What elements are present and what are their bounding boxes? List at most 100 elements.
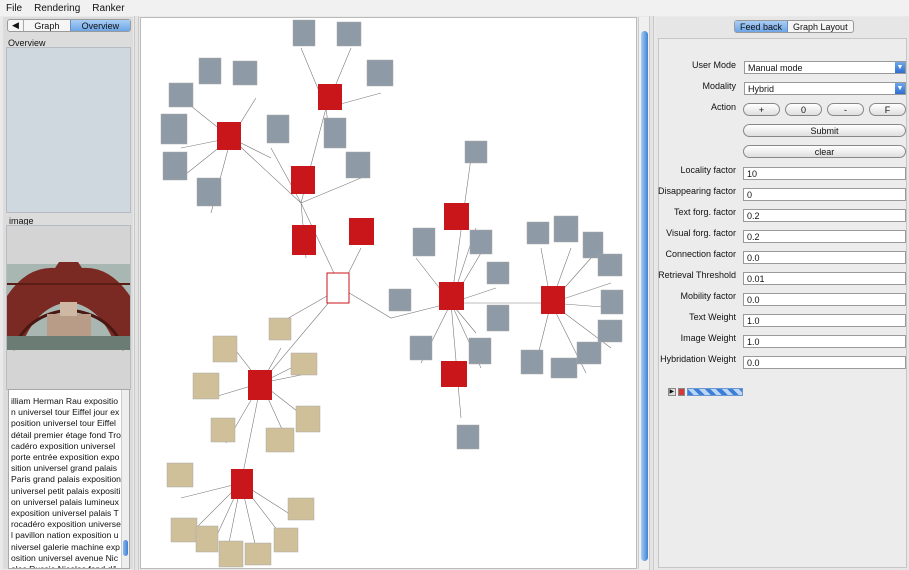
photo-node[interactable] — [486, 304, 510, 332]
dropdown-arrow-icon[interactable]: ▼ — [895, 83, 905, 94]
collapse-arrow-icon[interactable]: ◀ — [8, 20, 24, 31]
photo-node[interactable] — [388, 288, 412, 312]
photo-node[interactable] — [520, 349, 544, 375]
photo-node[interactable] — [468, 337, 492, 365]
photo-node[interactable] — [576, 341, 602, 365]
tab-overview[interactable]: Overview — [69, 20, 130, 31]
sketch-node[interactable] — [218, 540, 244, 568]
selected-node[interactable] — [326, 272, 350, 304]
sketch-node[interactable] — [287, 497, 315, 521]
tab-graph[interactable]: Graph — [24, 20, 70, 31]
photo-node[interactable] — [526, 221, 550, 245]
action-plus-button[interactable]: + — [743, 103, 780, 116]
photo-node[interactable] — [409, 335, 433, 361]
highlight-node[interactable] — [441, 361, 467, 387]
action-f-button[interactable]: F — [869, 103, 906, 116]
text-scrollbar[interactable] — [121, 390, 129, 568]
graph-svg[interactable] — [141, 18, 637, 569]
sketch-node[interactable] — [212, 335, 238, 363]
highlight-node[interactable] — [248, 370, 272, 400]
right-splitter[interactable] — [649, 16, 654, 570]
canvas-scroll-thumb[interactable] — [641, 31, 648, 561]
photo-node[interactable] — [412, 227, 436, 257]
photo-node[interactable] — [600, 289, 624, 315]
graph-canvas[interactable] — [140, 17, 637, 569]
sketch-node[interactable] — [210, 417, 236, 443]
user-mode-select[interactable]: Manual mode ▼ — [744, 61, 906, 74]
dropdown-arrow-icon[interactable]: ▼ — [895, 62, 905, 73]
description-textarea[interactable]: illiam Herman Rau exposition universel t… — [8, 389, 130, 569]
play-icon[interactable]: ▶ — [668, 388, 676, 396]
text-forg-factor-field[interactable]: 0.2 — [743, 209, 906, 222]
locality-factor-field[interactable]: 10 — [743, 167, 906, 180]
photo-node[interactable] — [266, 114, 290, 144]
photo-node[interactable] — [550, 357, 578, 379]
photo-node[interactable] — [366, 59, 394, 87]
sketch-node[interactable] — [192, 372, 220, 400]
sketch-node[interactable] — [244, 542, 272, 566]
sketch-node[interactable] — [290, 352, 318, 376]
photo-node[interactable] — [345, 151, 371, 179]
photo-node[interactable] — [160, 113, 188, 145]
clear-button[interactable]: clear — [743, 145, 906, 158]
image-weight-field[interactable]: 1.0 — [743, 335, 906, 348]
tab-graph-layout[interactable]: Graph Layout — [788, 21, 853, 32]
photo-node[interactable] — [469, 229, 493, 255]
photo-node[interactable] — [553, 215, 579, 243]
submit-button[interactable]: Submit — [743, 124, 906, 137]
retrieval-threshold-field[interactable]: 0.01 — [743, 272, 906, 285]
disappearing-factor-field[interactable]: 0 — [743, 188, 906, 201]
photo-node[interactable] — [196, 177, 222, 207]
menu-file[interactable]: File — [6, 3, 22, 14]
user-mode-value: Manual mode — [748, 63, 803, 73]
image-weight-label: Image Weight — [680, 333, 736, 343]
left-splitter[interactable] — [134, 16, 139, 570]
stop-icon[interactable] — [677, 388, 686, 396]
highlight-node[interactable] — [541, 286, 565, 314]
photo-node[interactable] — [336, 21, 362, 47]
connection-factor-label: Connection factor — [665, 249, 736, 259]
overview-view[interactable] — [6, 47, 131, 213]
highlight-node[interactable] — [231, 469, 253, 499]
sketch-node[interactable] — [268, 317, 292, 341]
action-zero-button[interactable]: 0 — [785, 103, 822, 116]
canvas-vertical-scrollbar[interactable] — [638, 17, 649, 569]
photo-node[interactable] — [323, 117, 347, 149]
mobility-factor-field[interactable]: 0.0 — [743, 293, 906, 306]
menu-ranker[interactable]: Ranker — [92, 3, 124, 14]
text-scroll-thumb[interactable] — [123, 540, 128, 556]
sketch-node[interactable] — [265, 427, 295, 453]
tab-feedback[interactable]: Feed back — [735, 21, 789, 32]
menu-rendering[interactable]: Rendering — [34, 3, 80, 14]
highlight-node[interactable] — [349, 218, 374, 245]
photo-node[interactable] — [292, 19, 316, 47]
action-minus-button[interactable]: - — [827, 103, 864, 116]
sketch-node[interactable] — [166, 462, 194, 488]
sketch-node[interactable] — [273, 527, 299, 553]
photo-node[interactable] — [597, 253, 623, 277]
photo-node[interactable] — [168, 82, 194, 108]
modality-select[interactable]: Hybrid ▼ — [744, 82, 906, 95]
connection-factor-field[interactable]: 0.0 — [743, 251, 906, 264]
highlight-node[interactable] — [439, 282, 464, 310]
photo-node[interactable] — [486, 261, 510, 285]
text-forg-factor-label: Text forg. factor — [673, 207, 736, 217]
photo-node[interactable] — [162, 151, 188, 181]
photo-node[interactable] — [232, 60, 258, 86]
highlight-node[interactable] — [444, 203, 469, 230]
highlight-node[interactable] — [318, 84, 342, 110]
highlight-node[interactable] — [292, 225, 316, 255]
text-weight-field[interactable]: 1.0 — [743, 314, 906, 327]
visual-forg-factor-field[interactable]: 0.2 — [743, 230, 906, 243]
sketch-node[interactable] — [195, 525, 219, 553]
photo-node[interactable] — [198, 57, 222, 85]
disappearing-factor-label: Disappearing factor — [657, 186, 736, 196]
highlight-node[interactable] — [217, 122, 241, 150]
hybridation-weight-field[interactable]: 0.0 — [743, 356, 906, 369]
photo-node[interactable] — [597, 319, 623, 343]
sketch-node[interactable] — [295, 405, 321, 433]
highlight-node[interactable] — [291, 166, 315, 194]
sketch-node[interactable] — [170, 517, 198, 543]
photo-node[interactable] — [456, 424, 480, 450]
photo-node[interactable] — [464, 140, 488, 164]
